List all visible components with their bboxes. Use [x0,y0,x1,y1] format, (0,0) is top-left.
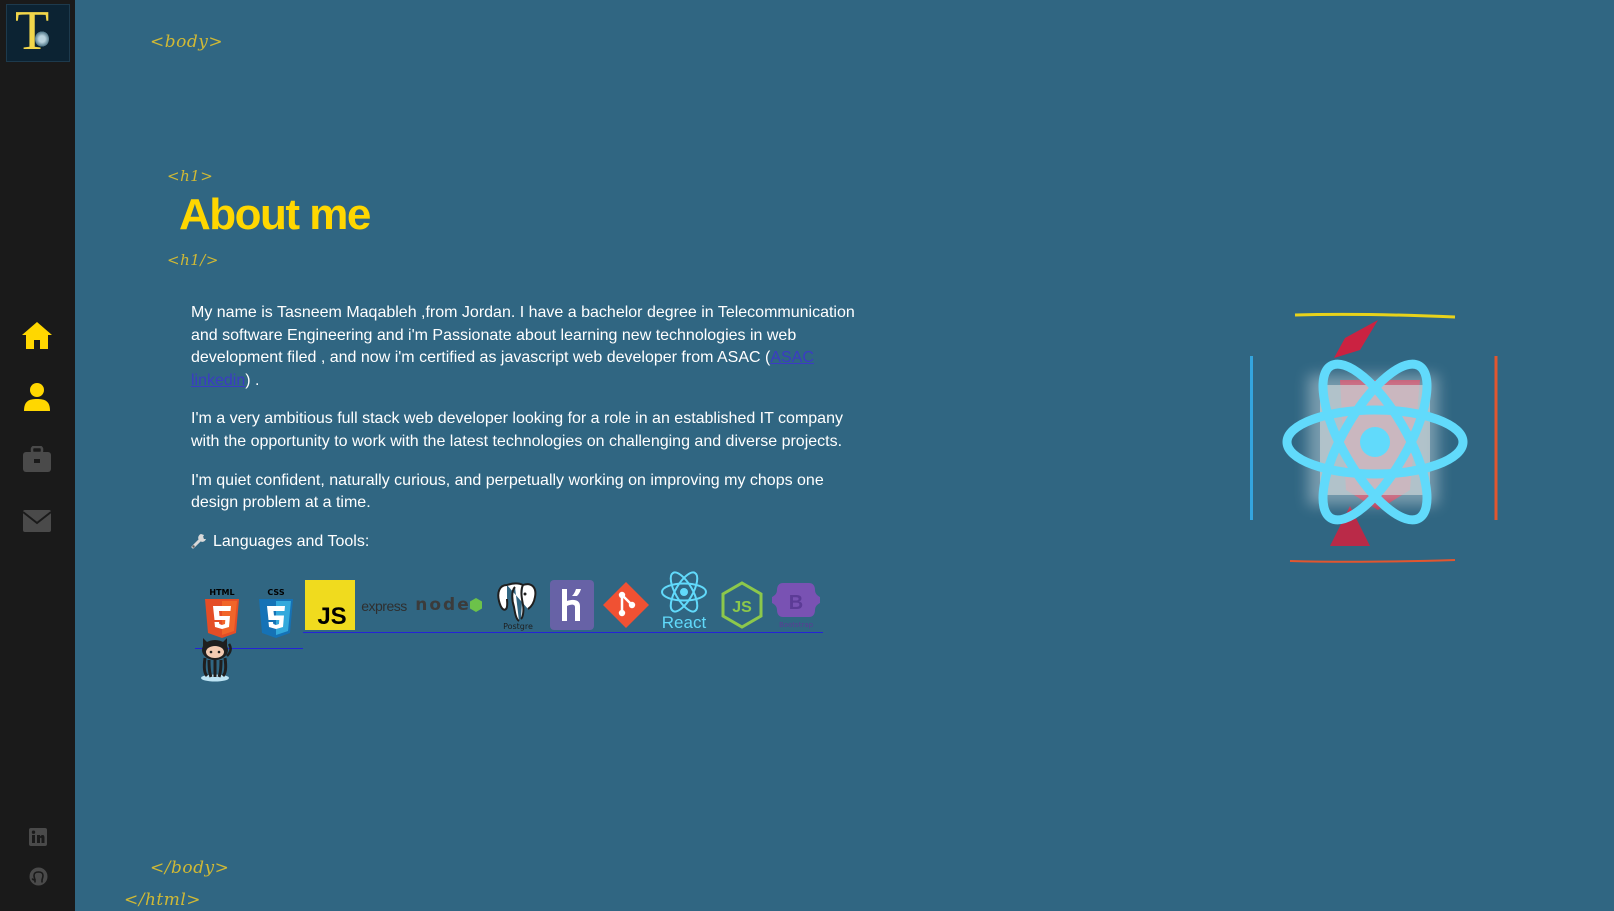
react-icon: React [661,571,707,630]
envelope-icon [22,510,52,532]
react-link[interactable]: React [653,566,715,633]
logo-flower-icon [35,31,49,47]
about-p1-end: ) . [245,371,260,389]
nav-portfolio-link[interactable] [17,439,57,479]
hero-graphic [1249,310,1505,570]
nodejs-hex-icon: JS [721,581,763,629]
html5-label: HTML [209,588,234,597]
page-title: About me [179,190,371,239]
about-p1-text: My name is Tasneem Maqableh ,from Jordan… [191,304,855,367]
postgresql-link[interactable]: Postgre [491,578,545,633]
h1-open-tag: <h1> [167,167,214,185]
linkedin-link[interactable] [24,823,52,851]
nodejs-hex-label: JS [732,599,752,616]
about-paragraph-3: I'm quiet confident, naturally curious, … [191,471,824,512]
javascript-link[interactable]: JS [303,578,357,633]
about-paragraph-2: I'm a very ambitious full stack web deve… [191,410,843,450]
github-icon [29,867,47,885]
nodejs-link[interactable]: node [411,578,491,633]
nav-about-link[interactable] [17,377,57,417]
svg-text:B: B [789,592,803,614]
javascript-label: JS [317,603,346,630]
body-open-tag: <body> [150,32,224,52]
about-paragraph-1: My name is Tasneem Maqableh ,from Jordan… [191,302,861,392]
octocat-icon [201,638,232,682]
express-label: express [361,598,407,614]
wrench-icon [191,533,206,549]
linkedin-icon [29,828,47,846]
sidebar: T [0,0,75,911]
logo[interactable]: T [6,4,70,62]
html-close-tag: </html> [124,890,202,910]
postgresql-icon: Postgre [497,582,537,631]
react-label: React [662,613,707,630]
nodejs-icon: node [415,595,482,615]
git-icon [603,582,649,628]
javascript-icon: JS [305,580,355,630]
nav-contact-link[interactable] [17,501,57,541]
nav-home-link[interactable] [17,315,57,355]
css3-label: CSS [267,588,284,597]
user-icon [24,383,50,411]
bootstrap-link[interactable]: B Bootstrap [769,578,823,633]
heroku-link[interactable] [545,578,599,633]
briefcase-icon [23,445,51,472]
express-link[interactable]: express [357,578,411,633]
home-icon [22,322,52,349]
react-logo-animation [1249,312,1498,563]
express-icon: express [361,598,408,614]
bootstrap-icon: B Bootstrap [772,583,820,629]
tools-heading: Languages and Tools: [191,531,861,554]
bootstrap-label: Bootstrap [779,621,814,629]
nodejs-hex-link[interactable]: JS [715,578,769,633]
h1-close-tag: <h1/> [167,251,219,269]
about-section: My name is Tasneem Maqableh ,from Jordan… [191,302,861,569]
postgresql-label: Postgre [503,622,533,631]
github-link[interactable] [24,862,52,890]
css3-icon: CSS [259,588,293,638]
github-tool-link[interactable] [195,632,235,684]
tools-heading-text: Languages and Tools: [213,532,370,550]
git-link[interactable] [599,578,653,633]
body-close-tag: </body> [150,858,230,878]
heroku-icon [550,580,594,630]
css3-link[interactable]: CSS [249,578,303,649]
nodejs-label: node [415,595,470,615]
